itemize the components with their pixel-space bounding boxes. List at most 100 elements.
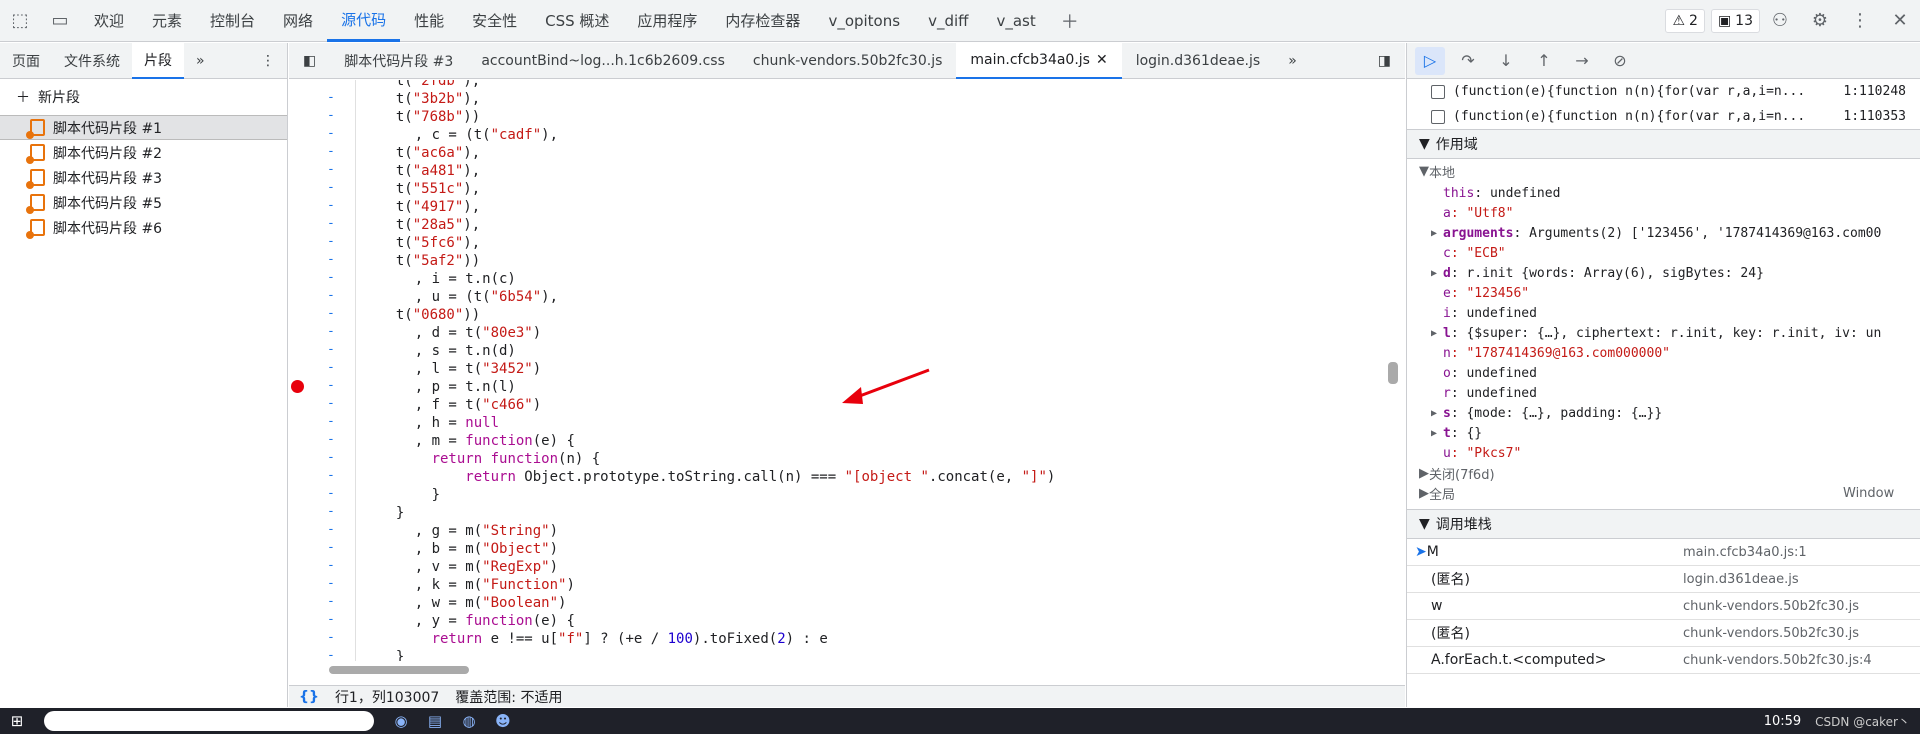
gutter-mark: -: [327, 630, 335, 645]
step-icon[interactable]: →: [1567, 47, 1597, 75]
file-tab[interactable]: login.d361deae.js: [1122, 43, 1275, 79]
warning-badge[interactable]: ⚠ 2: [1665, 8, 1705, 33]
more-tabs-icon[interactable]: »: [184, 43, 217, 79]
scope-variable[interactable]: r: undefined: [1407, 383, 1920, 403]
callstack-section-header[interactable]: ▼ 调用堆栈: [1407, 509, 1920, 539]
resume-icon[interactable]: ▷: [1415, 46, 1445, 75]
panel-tab[interactable]: 控制台: [196, 0, 269, 42]
horizontal-scroll-thumb[interactable]: [329, 666, 469, 674]
horizontal-scrollbar[interactable]: [309, 663, 1379, 675]
scope-variable[interactable]: a: "Utf8": [1407, 203, 1920, 223]
add-panel-icon[interactable]: ＋: [1050, 0, 1090, 42]
message-badge[interactable]: ▣ 13: [1710, 8, 1760, 33]
panel-tab[interactable]: 应用程序: [623, 0, 711, 42]
settings-gear-icon[interactable]: ⚙: [1800, 0, 1840, 42]
panel-tab[interactable]: 欢迎: [80, 0, 138, 42]
panel-tab[interactable]: 源代码: [327, 0, 401, 42]
file-tab[interactable]: chunk-vendors.50b2fc30.js: [739, 43, 957, 79]
scope-variable[interactable]: ▶ d: r.init {words: Array(6), sigBytes: 2…: [1407, 263, 1920, 283]
scope-variable[interactable]: u: "Pkcs7": [1407, 443, 1920, 463]
panel-tab[interactable]: CSS 概述: [531, 0, 623, 42]
inspect-icon[interactable]: ⬚: [0, 0, 40, 42]
snippet-file-item[interactable]: 脚本代码片段 #5: [0, 190, 287, 215]
snippet-file-item[interactable]: 脚本代码片段 #3: [0, 165, 287, 190]
code-line: , w = m("Boolean"): [381, 595, 567, 611]
call-frame[interactable]: w chunk-vendors.50b2fc30.js: [1407, 593, 1920, 620]
device-toggle-icon[interactable]: ▭: [40, 0, 80, 42]
breakpoint-checkbox[interactable]: [1431, 109, 1445, 124]
panel-tab[interactable]: v_opitons: [814, 0, 914, 42]
scope-variable[interactable]: o: undefined: [1407, 363, 1920, 383]
gutter-mark: -: [327, 90, 335, 105]
scope-variable[interactable]: c: "ECB": [1407, 243, 1920, 263]
panel-tab[interactable]: 元素: [138, 0, 196, 42]
taskbar-search-box[interactable]: [44, 711, 374, 731]
breakpoint-code: (function(e){function n(n){for(var r,a,i…: [1453, 109, 1806, 124]
more-files-icon[interactable]: »: [1274, 43, 1311, 79]
step-out-icon[interactable]: ↑: [1529, 47, 1559, 75]
file-tab[interactable]: main.cfcb34a0.js ✕: [956, 42, 1122, 79]
scope-variable[interactable]: i: undefined: [1407, 303, 1920, 323]
windows-start-icon[interactable]: ⊞: [0, 708, 34, 734]
call-frame[interactable]: ➤ Mmain.cfcb34a0.js:1: [1407, 539, 1920, 566]
variable-name: i: [1443, 305, 1451, 321]
breakpoint-row[interactable]: (function(e){function n(n){for(var r,a,i…: [1407, 104, 1920, 129]
scope-variable[interactable]: n: "1787414369@163.com000000": [1407, 343, 1920, 363]
step-into-icon[interactable]: ↓: [1491, 47, 1521, 75]
scope-variable[interactable]: ▶ t: {}: [1407, 423, 1920, 443]
gutter-mark: -: [327, 288, 335, 303]
local-scope-header[interactable]: ▼ 本地: [1407, 159, 1920, 183]
deactivate-breakpoints-icon[interactable]: ⊘: [1605, 47, 1635, 75]
panel-tab[interactable]: 网络: [269, 0, 327, 42]
close-tab-icon[interactable]: ✕: [1096, 52, 1108, 68]
panel-tab[interactable]: v_ast: [982, 0, 1049, 42]
file-tab[interactable]: 脚本代码片段 #3: [330, 43, 467, 79]
panel-tab[interactable]: 安全性: [458, 0, 531, 42]
app-icon[interactable]: ◉: [384, 708, 418, 734]
call-frame[interactable]: (匿名) login.d361deae.js: [1407, 566, 1920, 593]
code-view[interactable]: - - - - - - - - - - - - - - - - - - - - - - - - - - - - - - - - - t("2fd…: [289, 80, 1389, 661]
scope-variable[interactable]: e: "123456": [1407, 283, 1920, 303]
global-scope[interactable]: ▶ 全局 Window: [1407, 483, 1920, 503]
app-icon[interactable]: ☻: [486, 708, 520, 734]
breakpoint-row[interactable]: (function(e){function n(n){for(var r,a,i…: [1407, 79, 1920, 104]
scope-section-header[interactable]: ▼ 作用域: [1407, 129, 1920, 159]
gutter-mark: -: [327, 252, 335, 267]
new-snippet-button[interactable]: ＋ 新片段: [0, 79, 287, 115]
scope-variable[interactable]: ▶ l: {$super: {…}, ciphertext: r.init, ke…: [1407, 323, 1920, 343]
step-over-icon[interactable]: ↷: [1453, 47, 1483, 75]
customize-icon[interactable]: ⚇: [1760, 0, 1800, 42]
call-frame[interactable]: A.forEach.t.<computed> chunk-vendors.50b2…: [1407, 647, 1920, 674]
breakpoint-marker[interactable]: [291, 380, 304, 393]
navigator-menu-icon[interactable]: ⋮: [249, 43, 287, 79]
snippet-file-item[interactable]: 脚本代码片段 #1: [0, 115, 287, 140]
breakpoint-checkbox[interactable]: [1431, 84, 1445, 99]
closure-scope[interactable]: ▶ 关闭(7f6d): [1407, 463, 1920, 483]
call-frame-name: (匿名): [1431, 572, 1470, 588]
line-gutter[interactable]: - - - - - - - - - - - - - - - - - - - - - - - - - - - - - - - - -: [289, 80, 355, 661]
vertical-scrollbar[interactable]: [1388, 362, 1398, 384]
pretty-print-icon[interactable]: {}: [299, 689, 319, 705]
expand-triangle-icon: ▶: [1431, 327, 1438, 339]
toggle-navigator-icon[interactable]: ◧: [289, 43, 330, 79]
snippet-file-item[interactable]: 脚本代码片段 #6: [0, 215, 287, 240]
tab-filesystem[interactable]: 文件系统: [52, 43, 132, 79]
tab-pages[interactable]: 页面: [0, 43, 52, 79]
panel-tab[interactable]: 内存检查器: [711, 0, 814, 42]
more-menu-icon[interactable]: ⋮: [1840, 0, 1880, 42]
scope-variable[interactable]: ▶ arguments: Arguments(2) ['123456', '178…: [1407, 223, 1920, 243]
toggle-debugger-icon[interactable]: ◨: [1364, 43, 1405, 79]
app-icon[interactable]: ◍: [452, 708, 486, 734]
scope-variable[interactable]: ▶ s: {mode: {…}, padding: {…}}: [1407, 403, 1920, 423]
snippet-file-item[interactable]: 脚本代码片段 #2: [0, 140, 287, 165]
gutter-mark: -: [327, 198, 335, 213]
scope-variable[interactable]: this: undefined: [1407, 183, 1920, 203]
panel-tab[interactable]: 性能: [400, 0, 458, 42]
snippet-list: 脚本代码片段 #1 脚本代码片段 #2 脚本代码片段 #3 脚本代码片段 #5 脚本代码…: [0, 115, 287, 240]
tab-snippets[interactable]: 片段: [132, 42, 184, 79]
close-icon[interactable]: ✕: [1880, 0, 1920, 42]
panel-tab[interactable]: v_diff: [914, 0, 982, 42]
app-icon[interactable]: ▤: [418, 708, 452, 734]
file-tab[interactable]: accountBind~log...h.1c6b2609.css: [467, 43, 739, 79]
call-frame[interactable]: (匿名) chunk-vendors.50b2fc30.js: [1407, 620, 1920, 647]
